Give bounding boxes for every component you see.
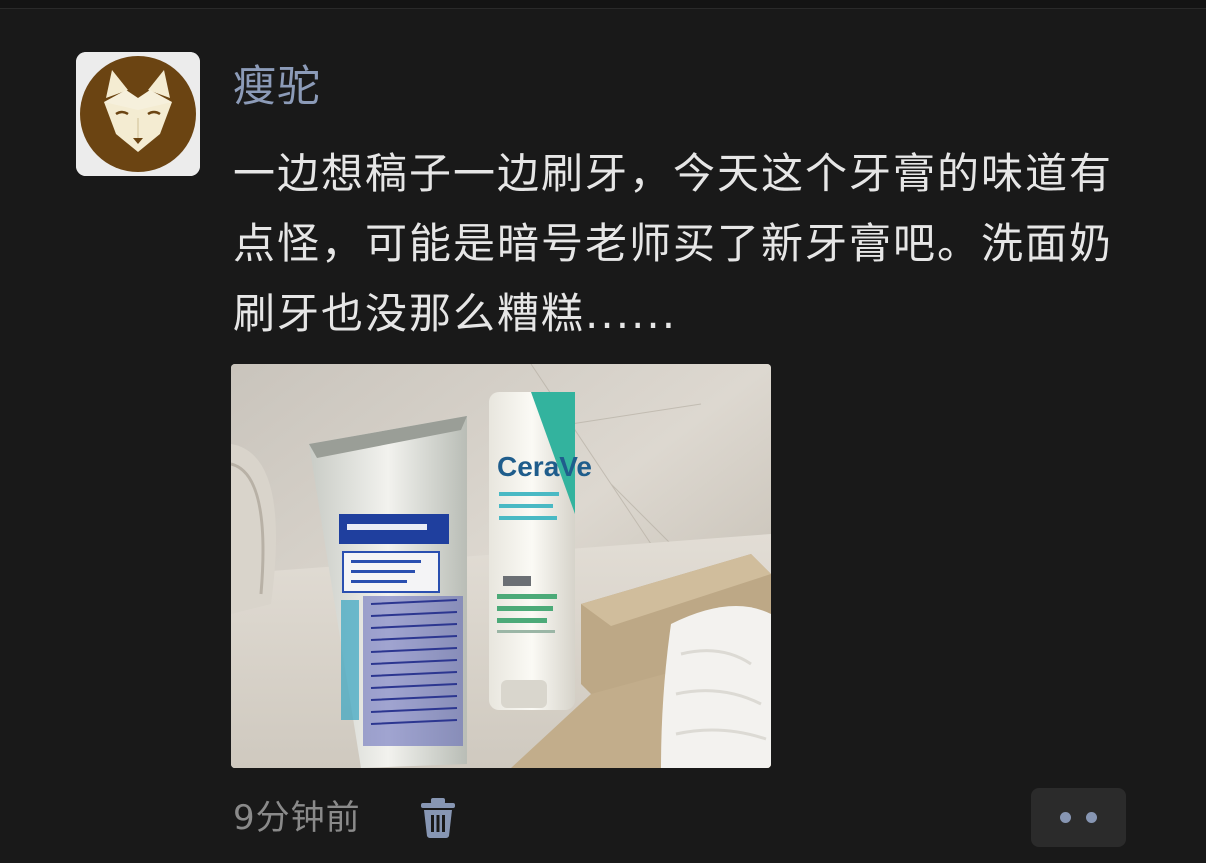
avatar[interactable]	[76, 52, 200, 176]
trash-icon	[421, 798, 455, 838]
post-time: 9分钟前	[233, 798, 361, 838]
photo-illustration: CeraVe	[231, 364, 771, 768]
more-button[interactable]	[1031, 788, 1126, 847]
top-divider	[0, 0, 1206, 9]
delete-button[interactable]	[418, 796, 458, 840]
fox-avatar-icon	[76, 52, 200, 176]
post-photo[interactable]: CeraVe	[231, 364, 771, 768]
username[interactable]: 瘦驼	[233, 61, 321, 113]
tube-brand-label: CeraVe	[497, 451, 592, 482]
post-text: 一边想稿子一边刷牙，今天这个牙膏的味道有点怪，可能是暗号老师买了新牙膏吧。洗面奶…	[233, 149, 1114, 338]
moment-post: 瘦驼 一边想稿子一边刷牙，今天这个牙膏的味道有点怪，可能是暗号老师买了新牙膏吧。…	[0, 9, 1206, 863]
